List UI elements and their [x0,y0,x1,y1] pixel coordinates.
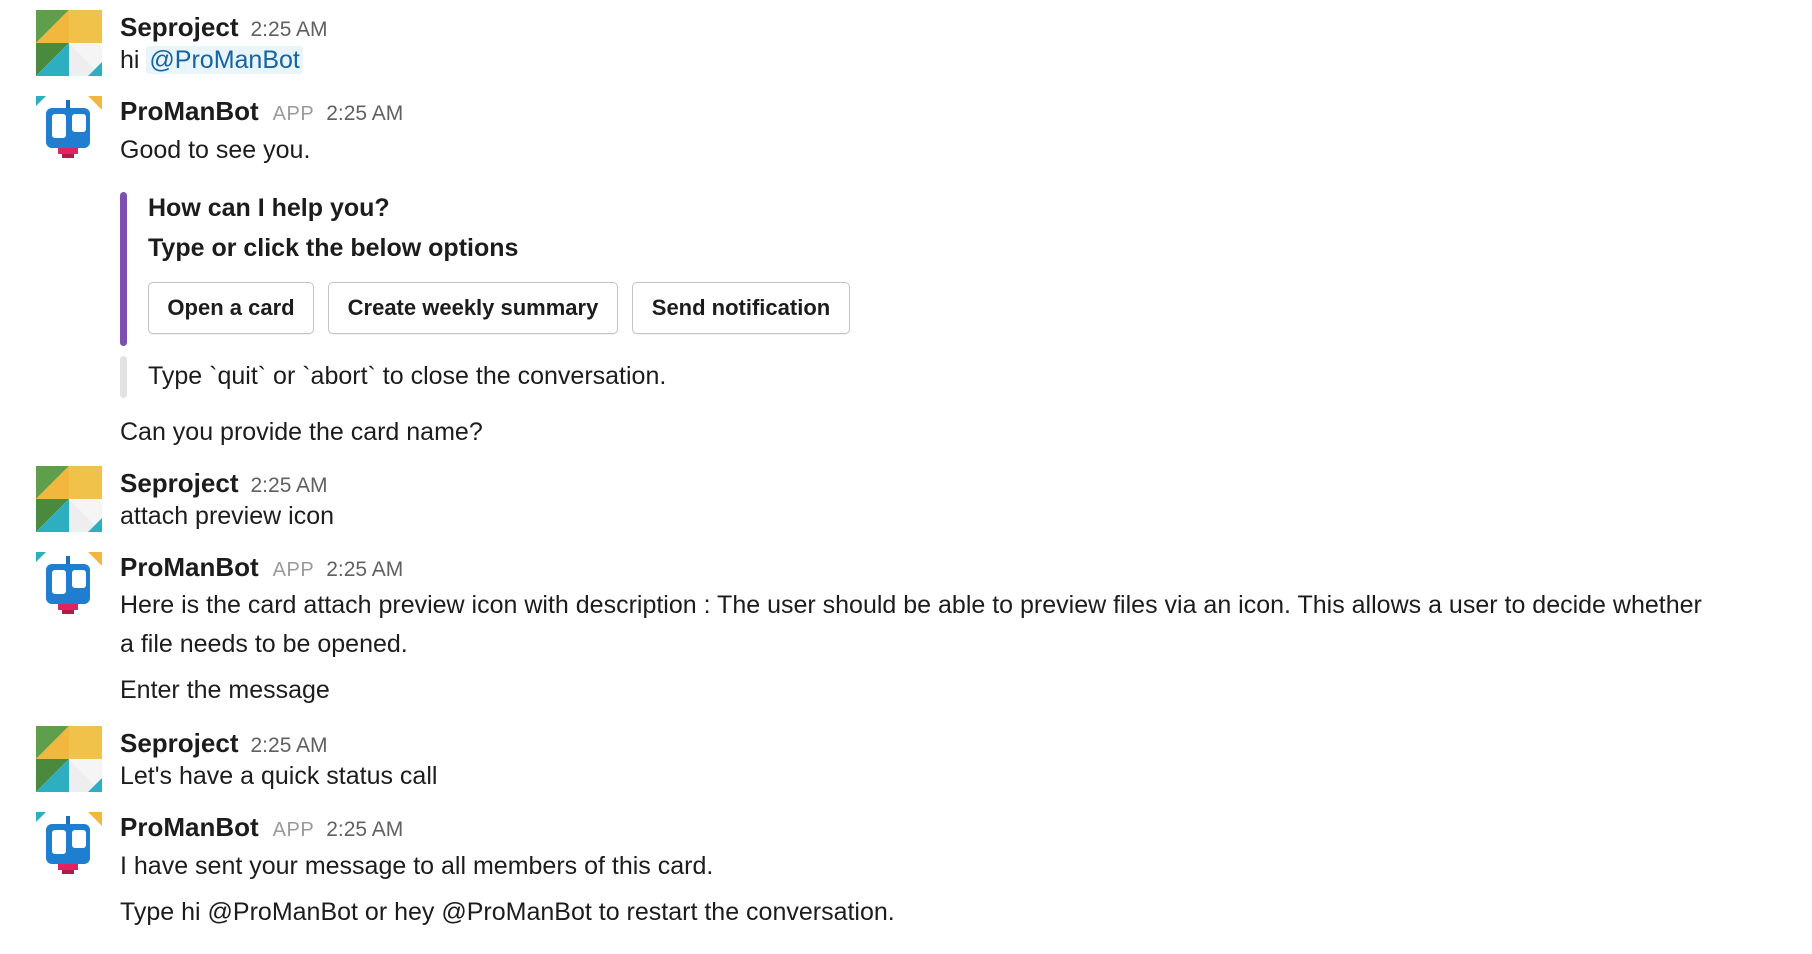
seproject-avatar-icon[interactable] [36,10,102,76]
message-header: ProManBot APP 2:25 AM [120,96,403,130]
attachment-footer-bar [120,356,127,398]
author-name[interactable]: Seproject [120,12,239,43]
message-seproject-3: Seproject 2:25 AM Let's have a quick sta… [0,726,1812,796]
followup-text: Can you provide the card name? [120,418,483,446]
author-name[interactable]: ProManBot [120,552,259,583]
message-seproject-2: Seproject 2:25 AM attach preview icon [0,466,1812,536]
attachment-subtitle: Type or click the below options [148,234,519,262]
app-badge: APP [272,559,315,581]
timestamp[interactable]: 2:25 AM [326,558,403,582]
send-notification-button[interactable]: Send notification [632,282,850,334]
promanbot-robot-avatar-icon[interactable] [36,552,102,618]
create-weekly-summary-button[interactable]: Create weekly summary [328,282,618,334]
message-text: I have sent your message to all members … [120,852,714,880]
attachment-footer-text: Type `quit` or `abort` to close the conv… [148,362,667,390]
timestamp[interactable]: 2:25 AM [251,474,328,498]
message-header: Seproject 2:25 AM [120,468,328,502]
mention-link[interactable]: @ProManBot [146,46,303,74]
timestamp[interactable]: 2:25 AM [251,734,328,758]
message-promanbot-2: ProManBot APP 2:25 AM Here is the card a… [0,552,1812,712]
attachment-color-bar [120,192,127,346]
message-promanbot-1: ProManBot APP 2:25 AM Good to see you. H… [0,96,1812,456]
seproject-avatar-icon[interactable] [36,726,102,792]
message-text-prefix: hi [120,46,140,74]
message-header: Seproject 2:25 AM [120,12,328,46]
message-text: hi @ProManBot [120,46,303,75]
seproject-avatar-icon[interactable] [36,466,102,532]
message-promanbot-3: ProManBot APP 2:25 AM I have sent your m… [0,812,1812,942]
author-name[interactable]: Seproject [120,728,239,759]
open-card-button[interactable]: Open a card [148,282,314,334]
attachment-footer: Type `quit` or `abort` to close the conv… [120,356,920,398]
message-text: Here is the card attach preview icon wit… [120,591,1702,658]
app-badge: APP [272,103,315,125]
promanbot-robot-avatar-icon[interactable] [36,96,102,162]
author-name[interactable]: Seproject [120,468,239,499]
author-name[interactable]: ProManBot [120,812,259,843]
followup-text: Enter the message [120,676,330,704]
followup-text: Type hi @ProManBot or hey @ProManBot to … [120,898,895,926]
message-text: Let's have a quick status call [120,762,438,790]
attachment-title: How can I help you? [148,194,390,222]
message-header: ProManBot APP 2:25 AM [120,552,403,586]
app-badge: APP [272,819,315,841]
promanbot-robot-avatar-icon[interactable] [36,812,102,878]
message-list: Seproject 2:25 AM hi @ProManBot ProManBo… [0,0,1812,954]
timestamp[interactable]: 2:25 AM [326,102,403,126]
message-header: Seproject 2:25 AM [120,728,328,762]
timestamp[interactable]: 2:25 AM [326,818,403,842]
message-text: attach preview icon [120,502,335,530]
message-header: ProManBot APP 2:25 AM [120,812,403,846]
author-name[interactable]: ProManBot [120,96,259,127]
message-seproject-1: Seproject 2:25 AM hi @ProManBot [0,10,1812,80]
timestamp[interactable]: 2:25 AM [251,18,328,42]
attachment-card: How can I help you? Type or click the be… [120,192,920,346]
message-text: Good to see you. [120,136,311,164]
